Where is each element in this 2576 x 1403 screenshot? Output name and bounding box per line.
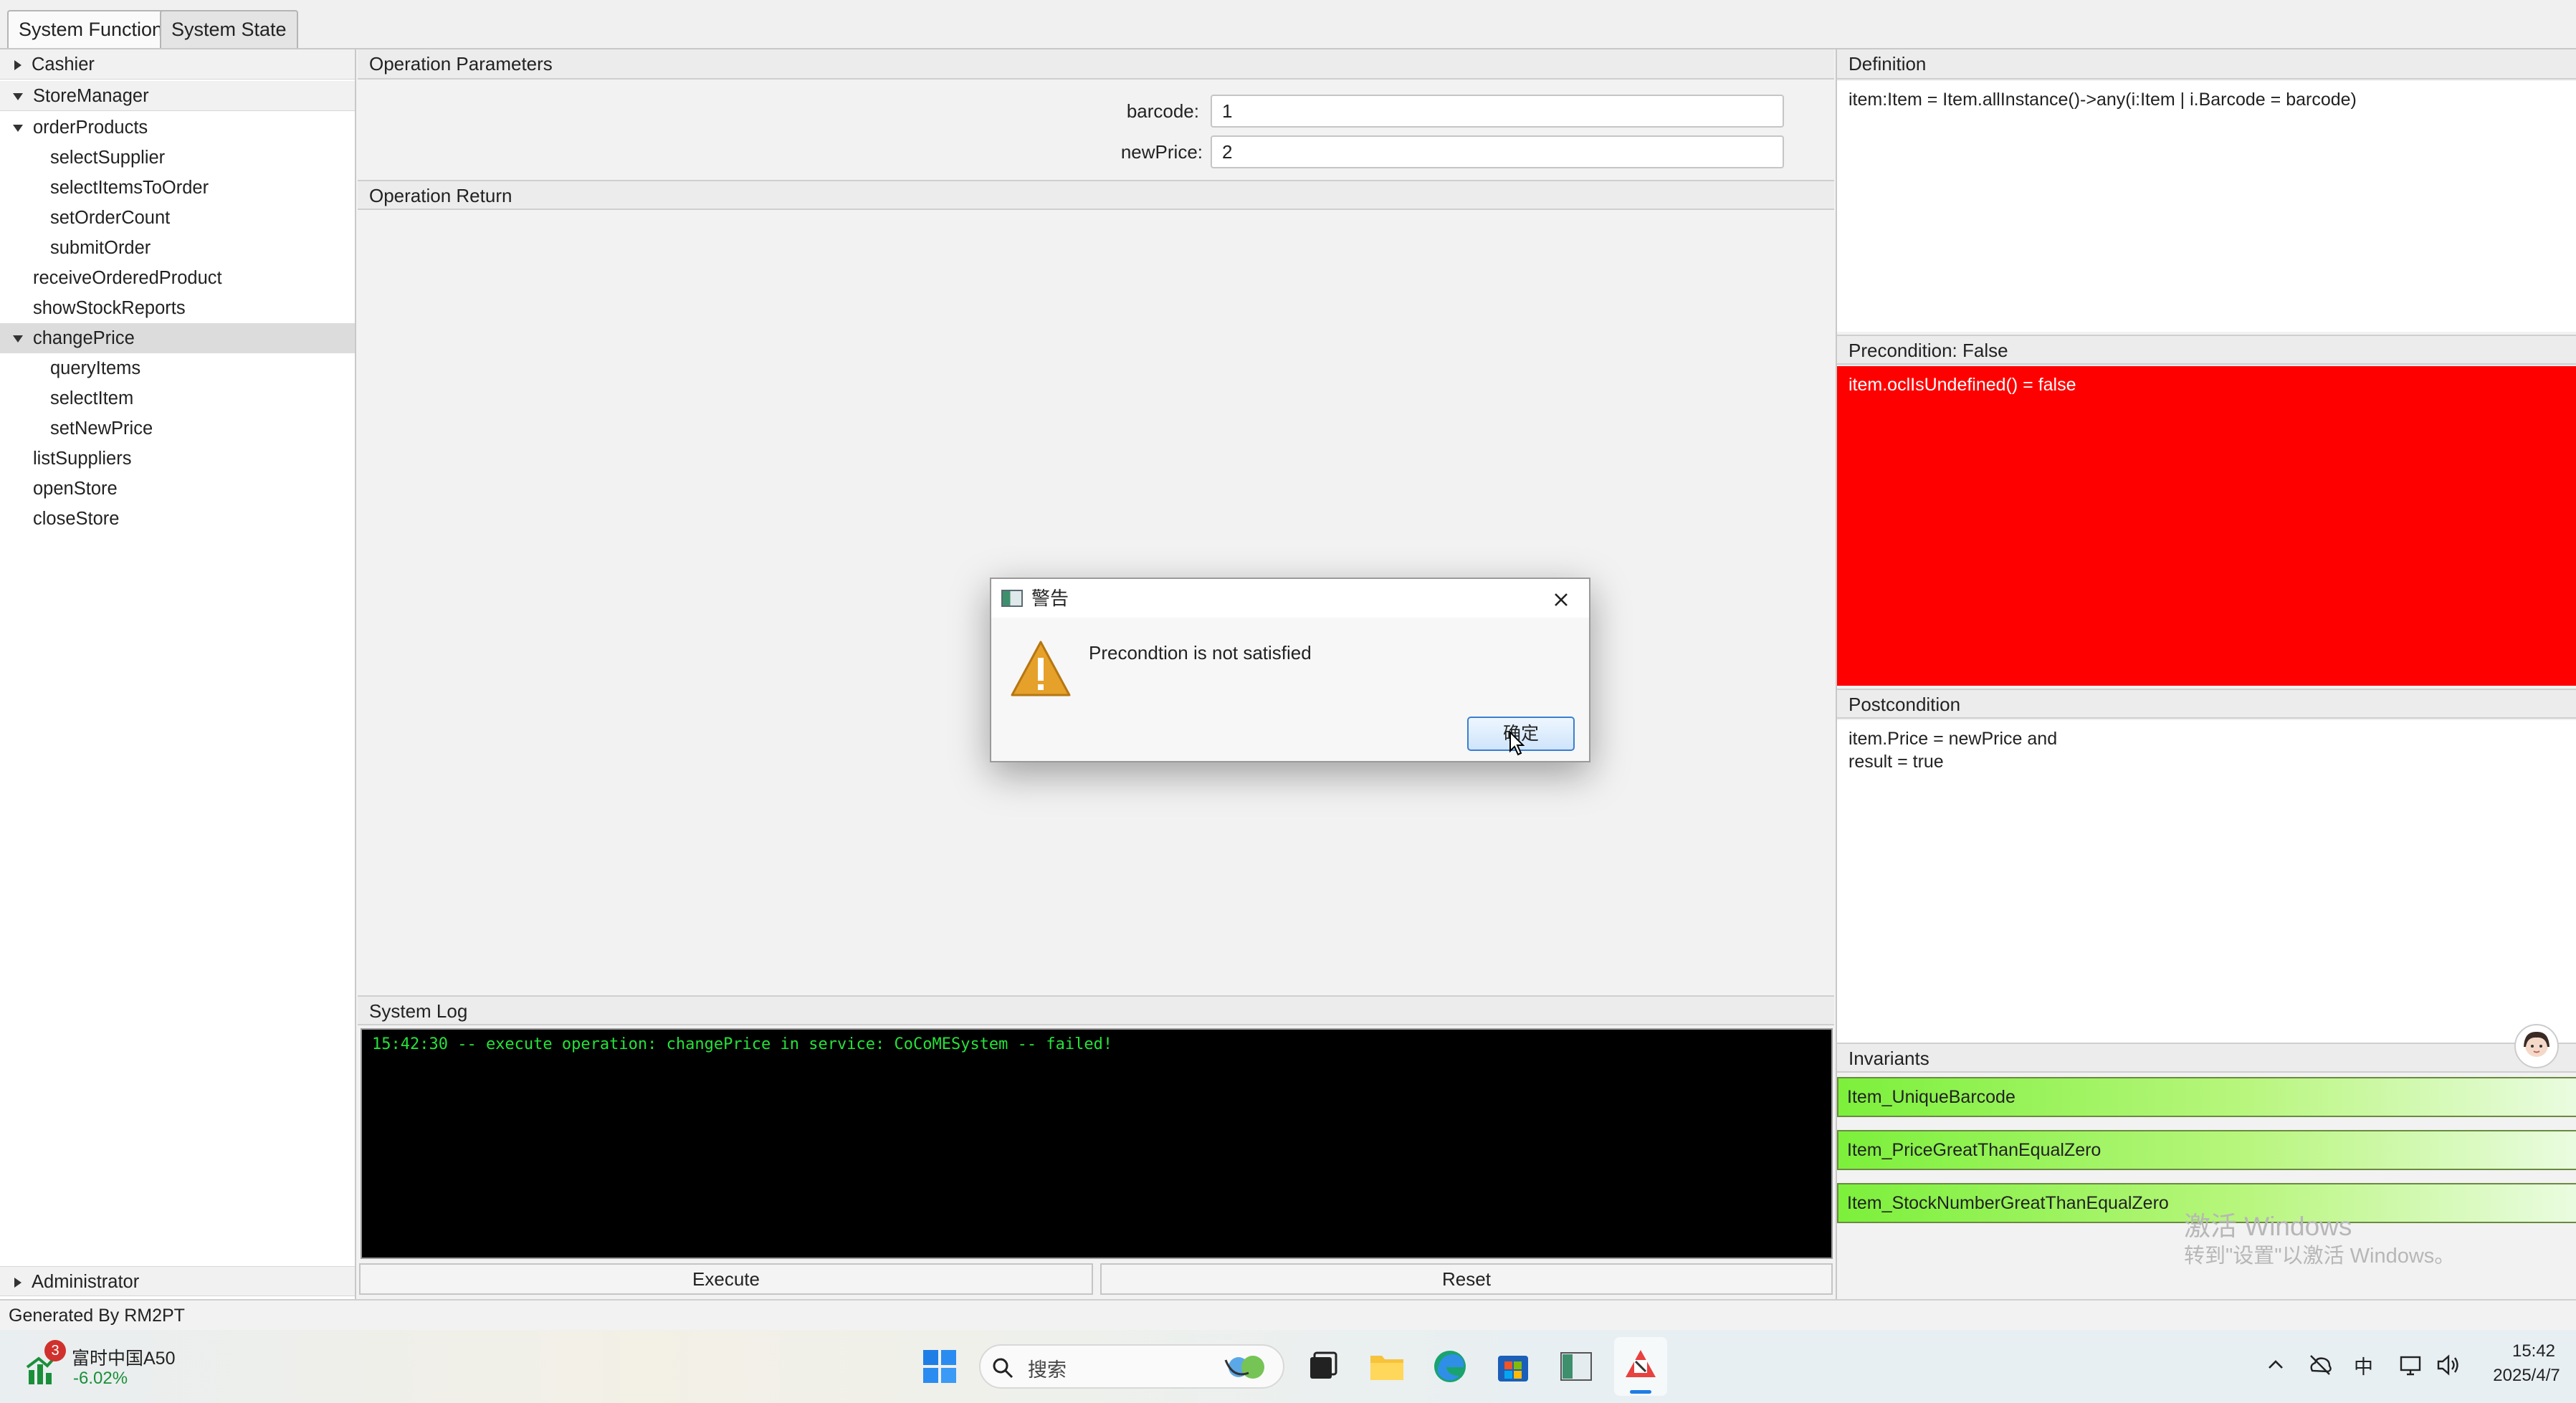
operation-return-header: Operation Return <box>358 180 1834 210</box>
postcondition-line-1: item.Price = newPrice and <box>1848 729 2058 749</box>
taskbar-search-box[interactable]: 搜索 <box>979 1344 1284 1389</box>
tab-system-state[interactable]: System State <box>160 10 298 48</box>
notification-badge: 3 <box>44 1340 66 1361</box>
tree-item-queryitems[interactable]: queryItems <box>0 353 355 383</box>
task-view-icon[interactable] <box>1303 1347 1342 1386</box>
search-highlight-icon <box>1224 1356 1264 1379</box>
contract-pane: Definition item:Item = Item.allInstance(… <box>1836 49 2576 1299</box>
chevron-up-icon[interactable] <box>2265 1354 2286 1376</box>
tree-item-storemanager[interactable]: StoreManager <box>0 81 355 111</box>
warning-icon <box>1008 638 1073 699</box>
tree-item-changeprice[interactable]: changePrice <box>0 323 355 353</box>
tree-item-receiveorderedproduct[interactable]: receiveOrderedProduct <box>0 263 355 293</box>
definition-header: Definition <box>1837 49 2576 80</box>
tree-item-closestore[interactable]: closeStore <box>0 504 355 534</box>
edge-browser-icon[interactable] <box>1431 1347 1469 1386</box>
operation-tree: Cashier StoreManager orderProducts selec… <box>0 49 356 1299</box>
collapse-arrow-icon[interactable] <box>13 125 23 133</box>
app-window-icon <box>1001 590 1023 607</box>
stock-chart-icon[interactable]: 3 <box>24 1340 66 1389</box>
system-log-console: 15:42:30 -- execute operation: changePri… <box>361 1028 1833 1259</box>
search-placeholder: 搜索 <box>1028 1359 1067 1381</box>
ime-indicator[interactable]: 中 <box>2354 1351 2373 1379</box>
collapse-arrow-icon[interactable] <box>13 335 23 343</box>
execute-button[interactable]: Execute <box>359 1263 1093 1295</box>
tree-item-showstockreports[interactable]: showStockReports <box>0 293 355 323</box>
volume-icon[interactable] <box>2434 1351 2461 1379</box>
postcondition-header: Postcondition <box>1837 689 2576 719</box>
warning-dialog: 警告 Precondtion is not satisfied 确定 <box>990 578 1590 762</box>
system-log-header: System Log <box>358 995 1834 1025</box>
tree-label: orderProducts <box>33 118 148 138</box>
windows-start-icon[interactable] <box>920 1347 959 1386</box>
tree-item-listsuppliers[interactable]: listSuppliers <box>0 444 355 474</box>
tree-item-setordercount[interactable]: setOrderCount <box>0 203 355 233</box>
dialog-message: Precondtion is not satisfied <box>1089 642 1312 664</box>
barcode-input[interactable]: 1 <box>1211 95 1784 128</box>
tab-strip: System Function System State <box>0 0 2576 49</box>
tree-label: changePrice <box>33 328 135 348</box>
clock-time[interactable]: 15:42 <box>2501 1341 2566 1361</box>
microsoft-store-icon[interactable] <box>1494 1347 1532 1386</box>
invariant-item: Item_UniqueBarcode <box>1837 1077 2576 1117</box>
activation-watermark-title: 激活 Windows <box>2184 1212 2352 1241</box>
activation-watermark-subtitle: 转到"设置"以激活 Windows。 <box>2184 1245 2456 1268</box>
expand-arrow-icon[interactable] <box>14 60 22 71</box>
newprice-input[interactable]: 2 <box>1211 135 1784 168</box>
close-icon[interactable] <box>1549 586 1573 610</box>
tree-item-setnewprice[interactable]: setNewPrice <box>0 413 355 444</box>
status-text: Generated By RM2PT <box>9 1306 185 1326</box>
reset-button[interactable]: Reset <box>1100 1263 1833 1295</box>
log-line: 15:42:30 -- execute operation: changePri… <box>372 1035 1113 1053</box>
postcondition-text: item.Price = newPrice and result = true <box>1837 720 2576 1043</box>
dialog-title: 警告 <box>1031 588 1069 609</box>
tree-item-selectitem[interactable]: selectItem <box>0 383 355 413</box>
definition-text: item:Item = Item.allInstance()->any(i:It… <box>1837 81 2576 332</box>
barcode-label: barcode: <box>1126 100 1199 122</box>
cloud-offline-icon[interactable] <box>2307 1351 2334 1379</box>
expand-arrow-icon[interactable] <box>14 1278 22 1288</box>
tab-system-function[interactable]: System Function <box>7 10 175 48</box>
tree-item-administrator[interactable]: Administrator <box>0 1266 355 1296</box>
search-icon <box>993 1358 1013 1379</box>
tree-item-submitorder[interactable]: submitOrder <box>0 233 355 263</box>
precondition-text: item.oclIsUndefined() = false <box>1837 366 2576 686</box>
dialog-titlebar[interactable]: 警告 <box>991 579 1589 618</box>
tree-item-openstore[interactable]: openStore <box>0 474 355 504</box>
precondition-header: Precondition: False <box>1837 335 2576 365</box>
network-icon[interactable] <box>2397 1351 2424 1379</box>
operation-parameters-header: Operation Parameters <box>358 49 1834 80</box>
invariant-item: Item_PriceGreatThanEqualZero <box>1837 1130 2576 1170</box>
tree-item-orderproducts[interactable]: orderProducts <box>0 112 355 143</box>
windows-taskbar: 3 富时中国A50 -6.02% 搜索 中 15:42 2025/4/7 <box>0 1330 2576 1403</box>
active-app-icon[interactable] <box>1614 1337 1667 1396</box>
active-indicator <box>1630 1390 1651 1394</box>
tree-item-selectsupplier[interactable]: selectSupplier <box>0 143 355 173</box>
assistant-avatar-icon[interactable] <box>2514 1024 2559 1068</box>
tree-label: Administrator <box>32 1272 140 1292</box>
tree-item-selectitemstoorder[interactable]: selectItemsToOrder <box>0 173 355 203</box>
newprice-label: newPrice: <box>1120 141 1203 163</box>
mouse-cursor-icon <box>1509 731 1525 756</box>
invariants-header: Invariants <box>1837 1043 2576 1073</box>
tree-label: StoreManager <box>33 86 149 106</box>
java-app-icon[interactable] <box>1557 1347 1595 1386</box>
tree-label: Cashier <box>32 54 95 75</box>
postcondition-line-2: result = true <box>1848 752 1944 772</box>
status-bar: Generated By RM2PT <box>0 1299 2576 1330</box>
clock-date[interactable]: 2025/4/7 <box>2480 1366 2573 1386</box>
tree-item-cashier[interactable]: Cashier <box>0 49 355 80</box>
collapse-arrow-icon[interactable] <box>13 93 23 101</box>
file-explorer-icon[interactable] <box>1368 1347 1406 1386</box>
stock-change: -6.02% <box>73 1369 128 1388</box>
stock-name[interactable]: 富时中国A50 <box>72 1344 175 1370</box>
